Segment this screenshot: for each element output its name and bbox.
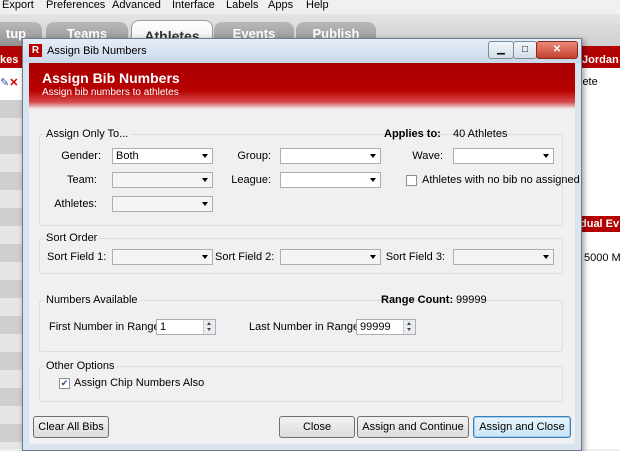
other-options-title: Other Options xyxy=(44,360,117,372)
checkmark-icon: ✔ xyxy=(60,378,69,388)
assign-and-close-button[interactable]: Assign and Close xyxy=(473,416,571,438)
wave-select[interactable] xyxy=(453,148,554,164)
dialog-banner: Assign Bib Numbers Assign bib numbers to… xyxy=(29,63,575,109)
maximize-button[interactable]: □ xyxy=(513,41,537,59)
last-number-value: 99999 xyxy=(360,321,391,333)
athletes-label: Athletes: xyxy=(54,198,97,210)
last-number-stepper[interactable]: 99999 xyxy=(356,319,416,335)
stepper-down-icon[interactable] xyxy=(403,327,415,334)
menu-labels[interactable]: Labels xyxy=(226,0,258,11)
close-window-button[interactable]: ✕ xyxy=(536,41,578,59)
chip-numbers-checkbox[interactable]: ✔ xyxy=(59,378,70,389)
league-label: League: xyxy=(231,174,271,186)
app-logo-icon: R xyxy=(29,44,42,57)
group-select[interactable] xyxy=(280,148,381,164)
gender-select[interactable]: Both xyxy=(112,148,213,164)
team-select[interactable] xyxy=(112,172,213,188)
minimize-icon: ▁ xyxy=(497,44,505,55)
menu-advanced[interactable]: Advanced xyxy=(112,0,161,11)
background-events-header: dual Ev xyxy=(578,216,620,232)
range-count-label: Range Count: xyxy=(381,294,454,306)
minimize-button[interactable]: ▁ xyxy=(488,41,514,59)
gender-label: Gender: xyxy=(61,150,101,162)
clear-all-bibs-button[interactable]: Clear All Bibs xyxy=(33,416,109,438)
stepper-down-icon[interactable] xyxy=(203,327,215,334)
chevron-down-icon xyxy=(370,178,376,182)
dialog-title: Assign Bib Numbers xyxy=(47,45,147,57)
no-bib-checkbox[interactable] xyxy=(406,175,417,186)
sort-field-1-label: Sort Field 1: xyxy=(47,251,107,263)
assign-and-continue-button[interactable]: Assign and Continue xyxy=(357,416,469,438)
menu-export[interactable]: Export xyxy=(2,0,34,11)
menu-apps[interactable]: Apps xyxy=(268,0,293,11)
sort-field-3-label: Sort Field 3: xyxy=(385,251,445,263)
chevron-down-icon xyxy=(543,255,549,259)
last-number-label: Last Number in Range: xyxy=(249,321,363,333)
chevron-down-icon xyxy=(202,154,208,158)
background-toolbar-icons[interactable]: ✎✕ xyxy=(0,76,18,89)
banner-subtitle: Assign bib numbers to athletes xyxy=(42,87,179,98)
applies-to-label: Applies to: xyxy=(384,128,441,140)
no-bib-label: Athletes with no bib no assigned xyxy=(422,174,580,186)
background-right-header: Jordan xyxy=(578,52,620,68)
delete-icon[interactable]: ✕ xyxy=(9,77,18,89)
chevron-down-icon xyxy=(202,202,208,206)
menu-preferences[interactable]: Preferences xyxy=(46,0,105,11)
applies-to-value: 40 Athletes xyxy=(453,128,508,140)
assign-bib-dialog: R Assign Bib Numbers ▁ □ ✕ Assign Bib Nu… xyxy=(22,38,582,451)
assign-only-title: Assign Only To... xyxy=(44,128,131,140)
chevron-down-icon xyxy=(202,255,208,259)
close-button[interactable]: Close xyxy=(279,416,355,438)
banner-title: Assign Bib Numbers xyxy=(42,70,180,86)
sort-field-3-select[interactable] xyxy=(453,249,554,265)
gender-value: Both xyxy=(116,150,139,162)
chevron-down-icon xyxy=(370,154,376,158)
dialog-title-bar[interactable]: R Assign Bib Numbers ▁ □ ✕ xyxy=(23,39,581,63)
numbers-title: Numbers Available xyxy=(44,294,140,306)
dialog-client: Assign Bib Numbers Assign bib numbers to… xyxy=(29,63,580,444)
first-number-value: 1 xyxy=(160,321,167,333)
background-event-row: 5000 Met xyxy=(584,252,620,264)
chevron-down-icon xyxy=(370,255,376,259)
athletes-select[interactable] xyxy=(112,196,213,212)
menu-help[interactable]: Help xyxy=(306,0,329,11)
maximize-icon: □ xyxy=(521,44,529,55)
background-column-header: lete xyxy=(580,76,598,88)
range-count-value: 99999 xyxy=(456,294,487,306)
close-icon: ✕ xyxy=(552,44,562,55)
chip-numbers-label: Assign Chip Numbers Also xyxy=(74,377,205,389)
league-select[interactable] xyxy=(280,172,381,188)
chevron-down-icon xyxy=(543,154,549,158)
sort-field-1-select[interactable] xyxy=(112,249,213,265)
sort-field-2-label: Sort Field 2: xyxy=(215,251,275,263)
first-number-label: First Number in Range: xyxy=(49,321,163,333)
menu-bar: Export Preferences Advanced Interface La… xyxy=(0,0,620,14)
group-label: Group: xyxy=(237,150,271,162)
wave-label: Wave: xyxy=(412,150,443,162)
menu-interface[interactable]: Interface xyxy=(172,0,215,11)
edit-icon[interactable]: ✎ xyxy=(0,77,9,89)
background-left-header: kes xyxy=(0,52,24,68)
first-number-stepper[interactable]: 1 xyxy=(156,319,216,335)
team-label: Team: xyxy=(67,174,97,186)
chevron-down-icon xyxy=(202,178,208,182)
sort-field-2-select[interactable] xyxy=(280,249,381,265)
background-grid-rows xyxy=(0,100,24,449)
sort-order-title: Sort Order xyxy=(44,232,100,244)
